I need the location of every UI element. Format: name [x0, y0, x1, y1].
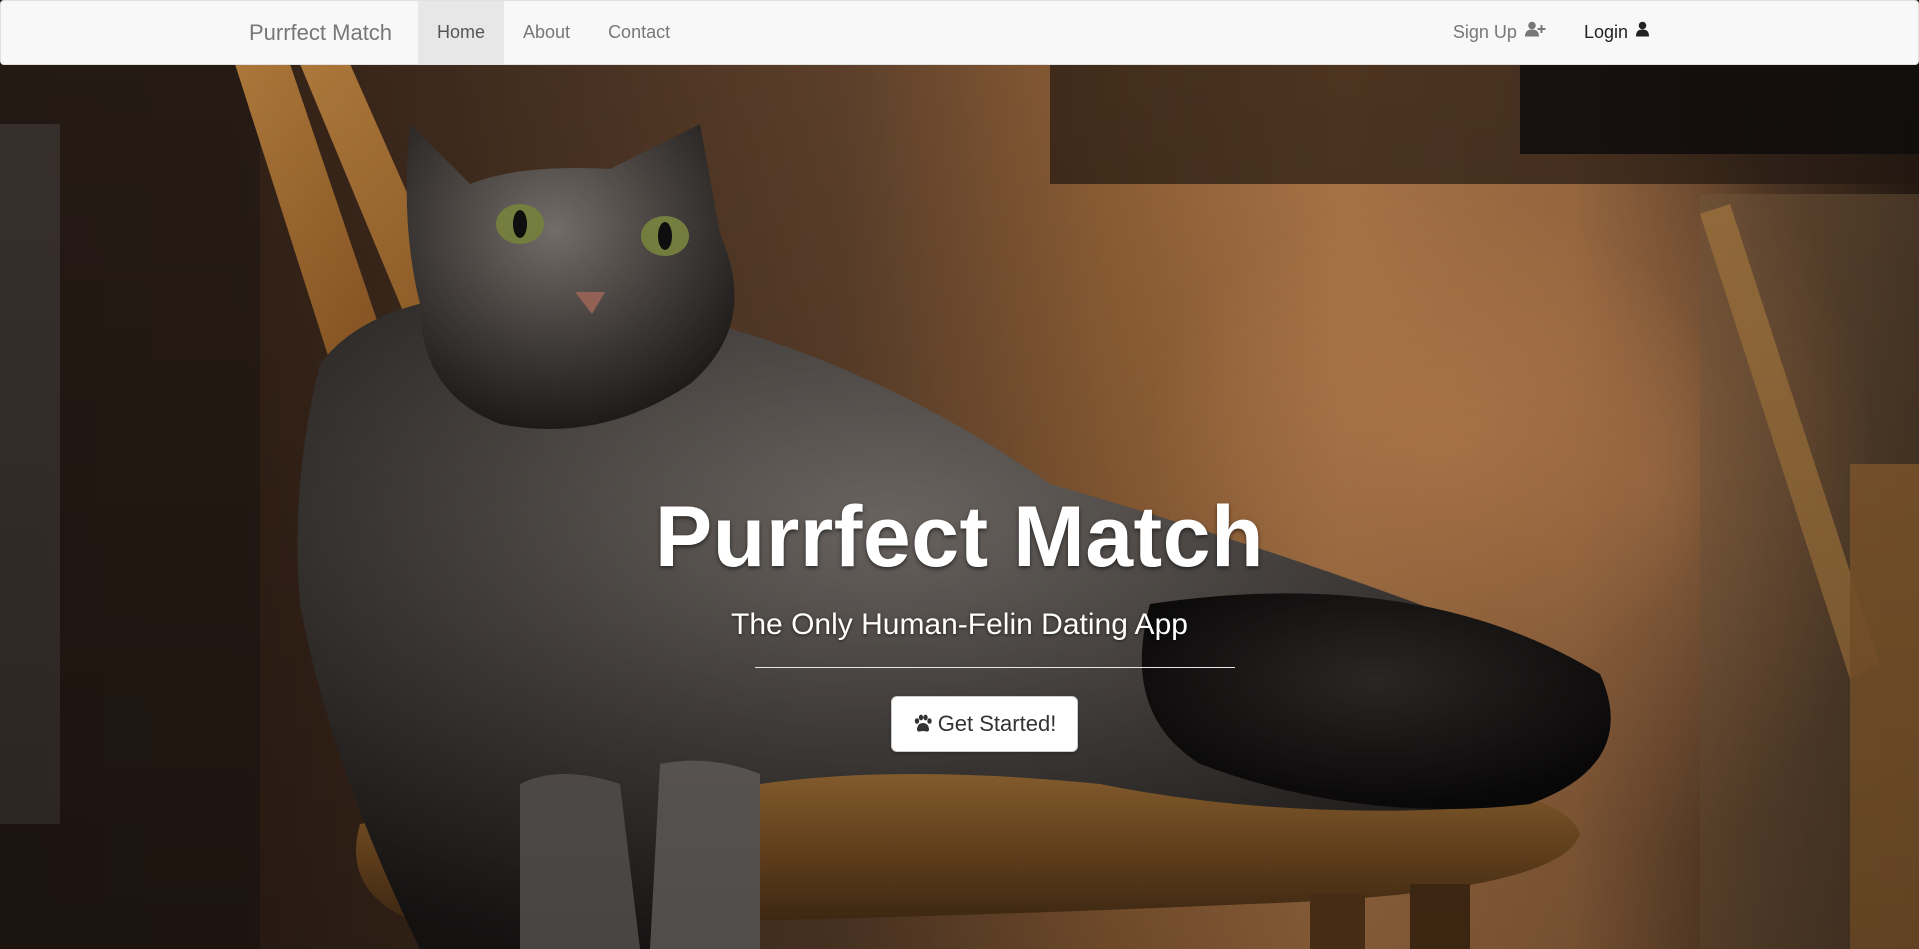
nav-left-menu: Home About Contact	[418, 1, 689, 64]
paw-icon	[913, 714, 933, 734]
hero-title: Purrfect Match	[654, 489, 1265, 585]
get-started-button[interactable]: Get Started!	[891, 696, 1078, 752]
hero-subtitle: The Only Human-Felin Dating App	[731, 608, 1188, 641]
login-label: Login	[1583, 22, 1628, 42]
get-started-label: Get Started!	[937, 711, 1057, 736]
hero-section: Purrfect Match The Only Human-Felin Dati…	[0, 64, 1919, 949]
nav-item-about[interactable]: About	[504, 1, 589, 64]
nav-right-menu: Sign Up Login	[1434, 1, 1668, 64]
brand-link[interactable]: Purrfect Match	[249, 1, 392, 64]
hero-divider	[755, 667, 1235, 668]
nav-item-home[interactable]: Home	[418, 1, 505, 64]
user-plus-icon	[1524, 0, 1546, 63]
user-icon	[1636, 0, 1649, 63]
sign-up-label: Sign Up	[1452, 22, 1517, 42]
hero-content: Purrfect Match The Only Human-Felin Dati…	[0, 64, 1919, 949]
nav-item-contact[interactable]: Contact	[589, 1, 689, 64]
nav-item-sign-up[interactable]: Sign Up	[1434, 1, 1565, 64]
nav-item-login[interactable]: Login	[1565, 1, 1668, 64]
top-navbar: Purrfect Match Home About Contact Sign U…	[0, 0, 1919, 65]
